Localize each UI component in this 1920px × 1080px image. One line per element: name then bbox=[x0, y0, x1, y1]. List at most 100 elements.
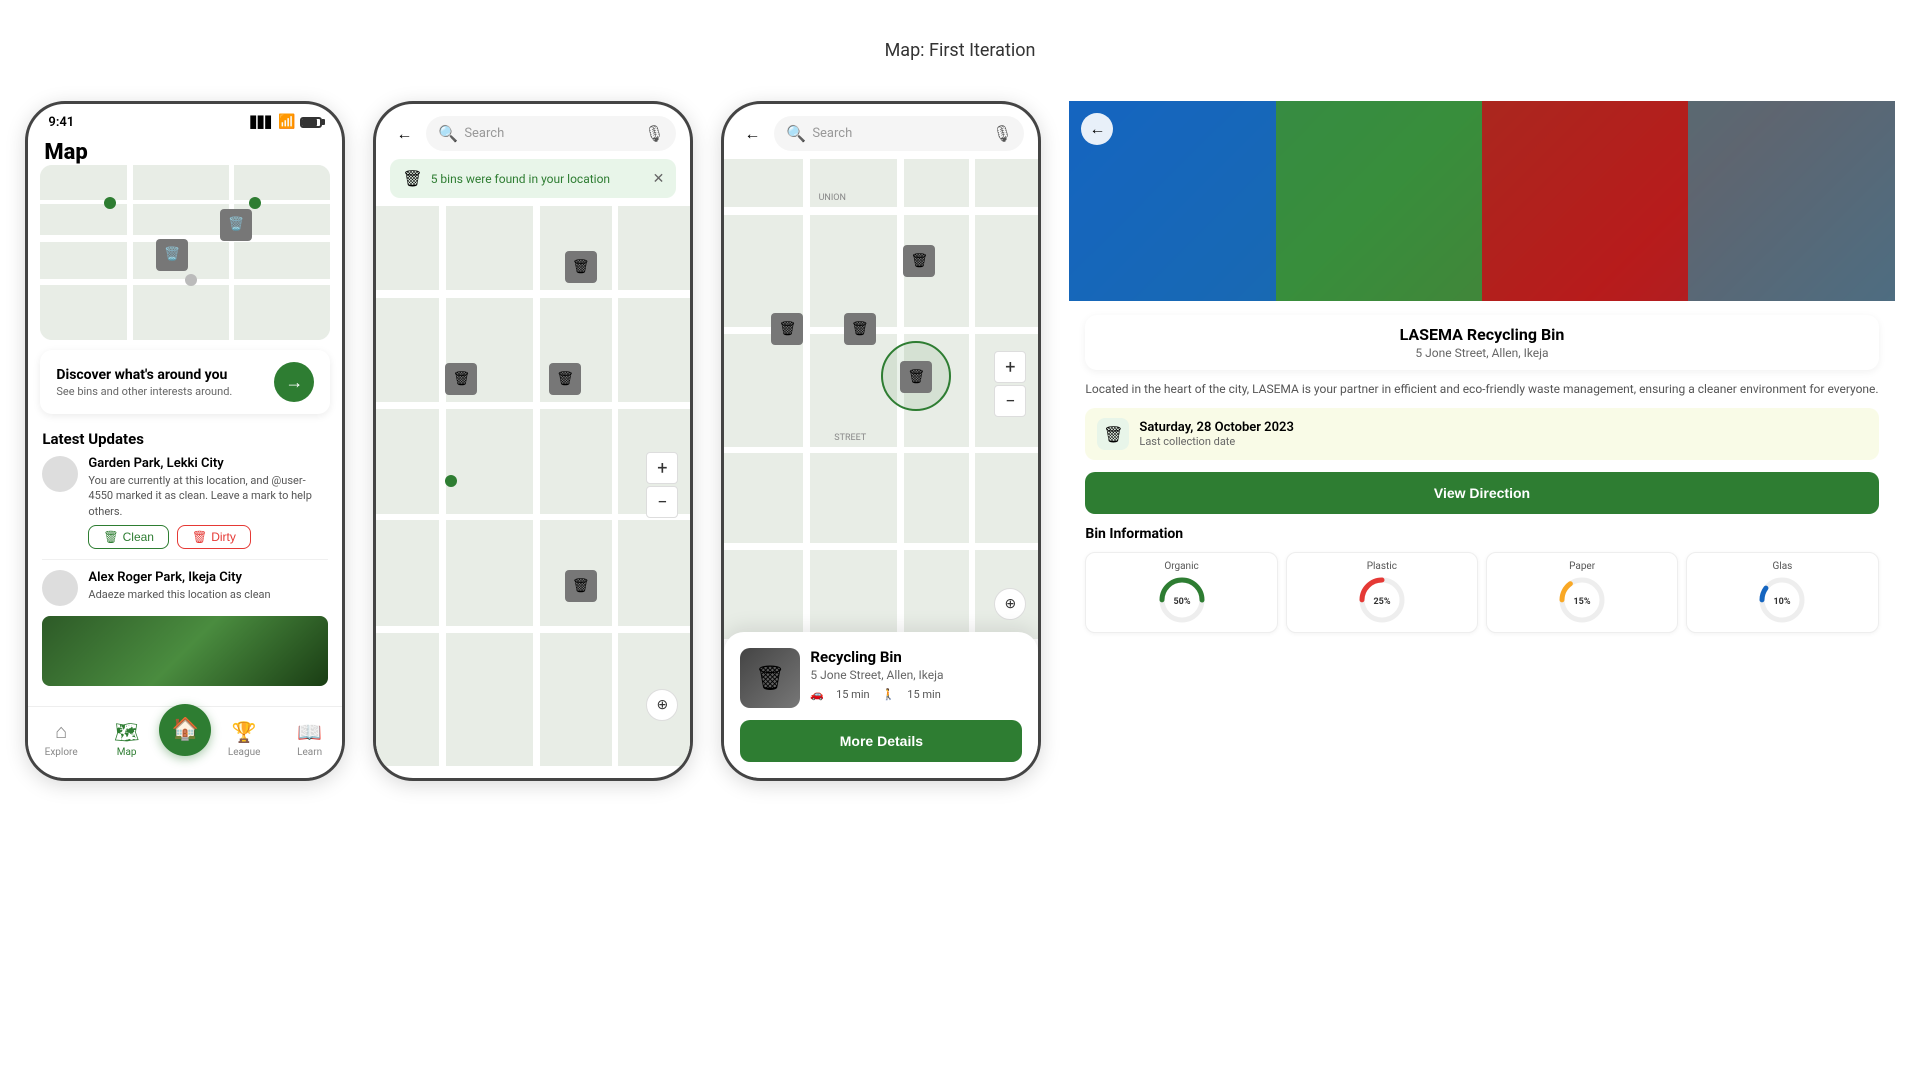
bin-times: 🚗 15 min 🚶 15 min bbox=[810, 688, 1022, 701]
road-v1 bbox=[127, 165, 133, 340]
location-btn-2[interactable]: ⊕ bbox=[646, 689, 678, 721]
discover-title: Discover what's around you bbox=[56, 367, 232, 383]
map-bg: 🗑️ 🗑️ bbox=[40, 165, 330, 340]
map-bin-3-selected[interactable]: 🗑 bbox=[900, 361, 932, 393]
location-btn-3[interactable]: ⊕ bbox=[994, 588, 1026, 620]
map-bg-2: 🗑 🗑 🗑 🗑 + − ⊕ bbox=[376, 206, 690, 766]
nav-league[interactable]: 🏆 League bbox=[211, 720, 277, 758]
search-box-3[interactable]: 🔍 Search 🎙 bbox=[774, 116, 1024, 151]
circle-label: Glas bbox=[1695, 561, 1869, 572]
status-icons: ▋▋▋ 📶 bbox=[251, 114, 323, 130]
bin-name: Recycling Bin bbox=[810, 648, 1022, 666]
map-preview[interactable]: 🗑️ 🗑️ bbox=[40, 165, 330, 340]
mic-icon-3: 🎙 bbox=[992, 124, 1012, 143]
svg-text:10%: 10% bbox=[1774, 597, 1791, 607]
back-icon-4: ← bbox=[1089, 119, 1105, 139]
clean-button[interactable]: 🗑 Clean bbox=[88, 525, 169, 549]
fab-button[interactable]: 🏠 bbox=[159, 704, 211, 756]
dirty-button[interactable]: 🗑 Dirty bbox=[177, 525, 251, 549]
map-bin-2-1: 🗑 bbox=[565, 251, 597, 283]
date-sub: Last collection date bbox=[1139, 435, 1293, 448]
explore-label: Explore bbox=[45, 747, 78, 758]
clean-label: Clean bbox=[123, 530, 154, 544]
bin-circles: Organic 50% Plastic 25% Paper 15% bbox=[1085, 552, 1878, 633]
drive-icon: 🚗 bbox=[810, 688, 824, 701]
walk-icon: 🚶 bbox=[882, 688, 896, 701]
circle-container: 25% bbox=[1358, 576, 1406, 624]
road-h3 bbox=[40, 200, 330, 204]
back-button-2[interactable]: ← bbox=[390, 120, 418, 148]
discover-card: Discover what's around you See bins and … bbox=[40, 350, 330, 414]
zoom-in-3[interactable]: + bbox=[994, 351, 1026, 383]
lasema-title: LASEMA Recycling Bin bbox=[1097, 325, 1866, 344]
search-box-2[interactable]: 🔍 Search 🎙 bbox=[426, 116, 676, 151]
league-icon: 🏆 bbox=[232, 720, 257, 744]
nav-map[interactable]: 🗺 Map bbox=[94, 720, 160, 758]
road-2-v1 bbox=[439, 206, 446, 766]
bin-circle-glas: Glas 10% bbox=[1686, 552, 1878, 633]
dirty-label: Dirty bbox=[211, 530, 236, 544]
more-details-button[interactable]: More Details bbox=[740, 720, 1022, 762]
phone-1: 9:41 ▋▋▋ 📶 Map 🗑️ 🗑️ bbox=[25, 101, 345, 781]
league-label: League bbox=[228, 747, 261, 758]
bin-circle-paper: Paper 15% bbox=[1486, 552, 1678, 633]
map-bin-3-2: 🗑 bbox=[771, 313, 803, 345]
bin-info: Recycling Bin 5 Jone Street, Allen, Ikej… bbox=[810, 648, 1022, 701]
zoom-in-2[interactable]: + bbox=[646, 452, 678, 484]
circle-container: 15% bbox=[1558, 576, 1606, 624]
map-full-3[interactable]: 🗑 🗑 🗑 🗑 + − ⊕ UNION STREET bbox=[724, 159, 1038, 639]
bin-info-section-title: Bin Information bbox=[1085, 526, 1878, 542]
back-button-3[interactable]: ← bbox=[738, 120, 766, 148]
zoom-out-3[interactable]: − bbox=[994, 385, 1026, 417]
date-info: Saturday, 28 October 2023 Last collectio… bbox=[1139, 420, 1293, 448]
road-2-v3 bbox=[612, 206, 618, 766]
update-item-1: Garden Park, Lekki City You are currentl… bbox=[42, 456, 328, 560]
road-v2 bbox=[229, 165, 234, 340]
map-dot-2 bbox=[249, 197, 261, 209]
close-notification-button[interactable]: ✕ bbox=[653, 171, 665, 187]
circle-container: 50% bbox=[1158, 576, 1206, 624]
map-label: Map bbox=[117, 747, 137, 758]
back-icon-2: ← bbox=[396, 124, 412, 144]
map-full-2[interactable]: 🗑 🗑 🗑 🗑 + − ⊕ bbox=[376, 206, 690, 766]
map-bin-2-4: 🗑 bbox=[565, 570, 597, 602]
road-2-v2 bbox=[533, 206, 540, 766]
header-image: ← bbox=[1069, 101, 1894, 301]
search-text-3: Search bbox=[812, 126, 986, 141]
view-direction-button[interactable]: View Direction bbox=[1085, 472, 1878, 514]
explore-icon: ⌂ bbox=[55, 719, 67, 744]
nav-explore[interactable]: ⌂ Explore bbox=[28, 719, 94, 758]
map-dot-2-1 bbox=[445, 475, 457, 487]
calendar-icon: 🗑 bbox=[1103, 425, 1123, 444]
map-bin-3-3: 🗑 bbox=[844, 313, 876, 345]
street-label-union: UNION bbox=[819, 193, 846, 203]
phone4-content: LASEMA Recycling Bin 5 Jone Street, Alle… bbox=[1069, 301, 1894, 647]
update-content-2: Alex Roger Park, Ikeja City Adaeze marke… bbox=[88, 570, 328, 606]
discover-button[interactable]: → bbox=[274, 362, 314, 402]
bin-address: 5 Jone Street, Allen, Ikeja bbox=[810, 668, 1022, 682]
zoom-out-2[interactable]: − bbox=[646, 486, 678, 518]
map-bin-1: 🗑️ bbox=[156, 239, 188, 271]
signal-icon: ▋▋▋ bbox=[251, 116, 273, 129]
search-icon-2: 🔍 bbox=[438, 124, 458, 143]
notification-banner: 🗑 5 bins were found in your location ✕ bbox=[390, 159, 676, 198]
bin-detail-card: 🗑 Recycling Bin 5 Jone Street, Allen, Ik… bbox=[724, 632, 1038, 778]
bin-circle-organic: Organic 50% bbox=[1085, 552, 1277, 633]
bin-card-row: 🗑 Recycling Bin 5 Jone Street, Allen, Ik… bbox=[740, 648, 1022, 708]
title-card: LASEMA Recycling Bin 5 Jone Street, Alle… bbox=[1085, 315, 1878, 370]
phone-2: ← 🔍 Search 🎙 🗑 5 bins were found in your… bbox=[373, 101, 693, 781]
bin-circle-plastic: Plastic 25% bbox=[1286, 552, 1478, 633]
circle-label: Plastic bbox=[1295, 561, 1469, 572]
circle-container: 10% bbox=[1758, 576, 1806, 624]
bin-grey bbox=[1688, 101, 1894, 301]
update-row-2: Alex Roger Park, Ikeja City Adaeze marke… bbox=[42, 570, 328, 606]
donut-svg: 25% bbox=[1358, 576, 1406, 624]
status-time: 9:41 bbox=[48, 115, 74, 130]
lasema-desc: Located in the heart of the city, LASEMA… bbox=[1085, 380, 1878, 398]
update-desc-1: You are currently at this location, and … bbox=[88, 473, 328, 519]
search-bar-row-3: ← 🔍 Search 🎙 bbox=[724, 104, 1038, 159]
update-name-2: Alex Roger Park, Ikeja City bbox=[88, 570, 328, 585]
zoom-controls-2: + − bbox=[646, 452, 678, 518]
nav-learn[interactable]: 📖 Learn bbox=[277, 720, 343, 758]
road-3-h4 bbox=[724, 543, 1038, 550]
